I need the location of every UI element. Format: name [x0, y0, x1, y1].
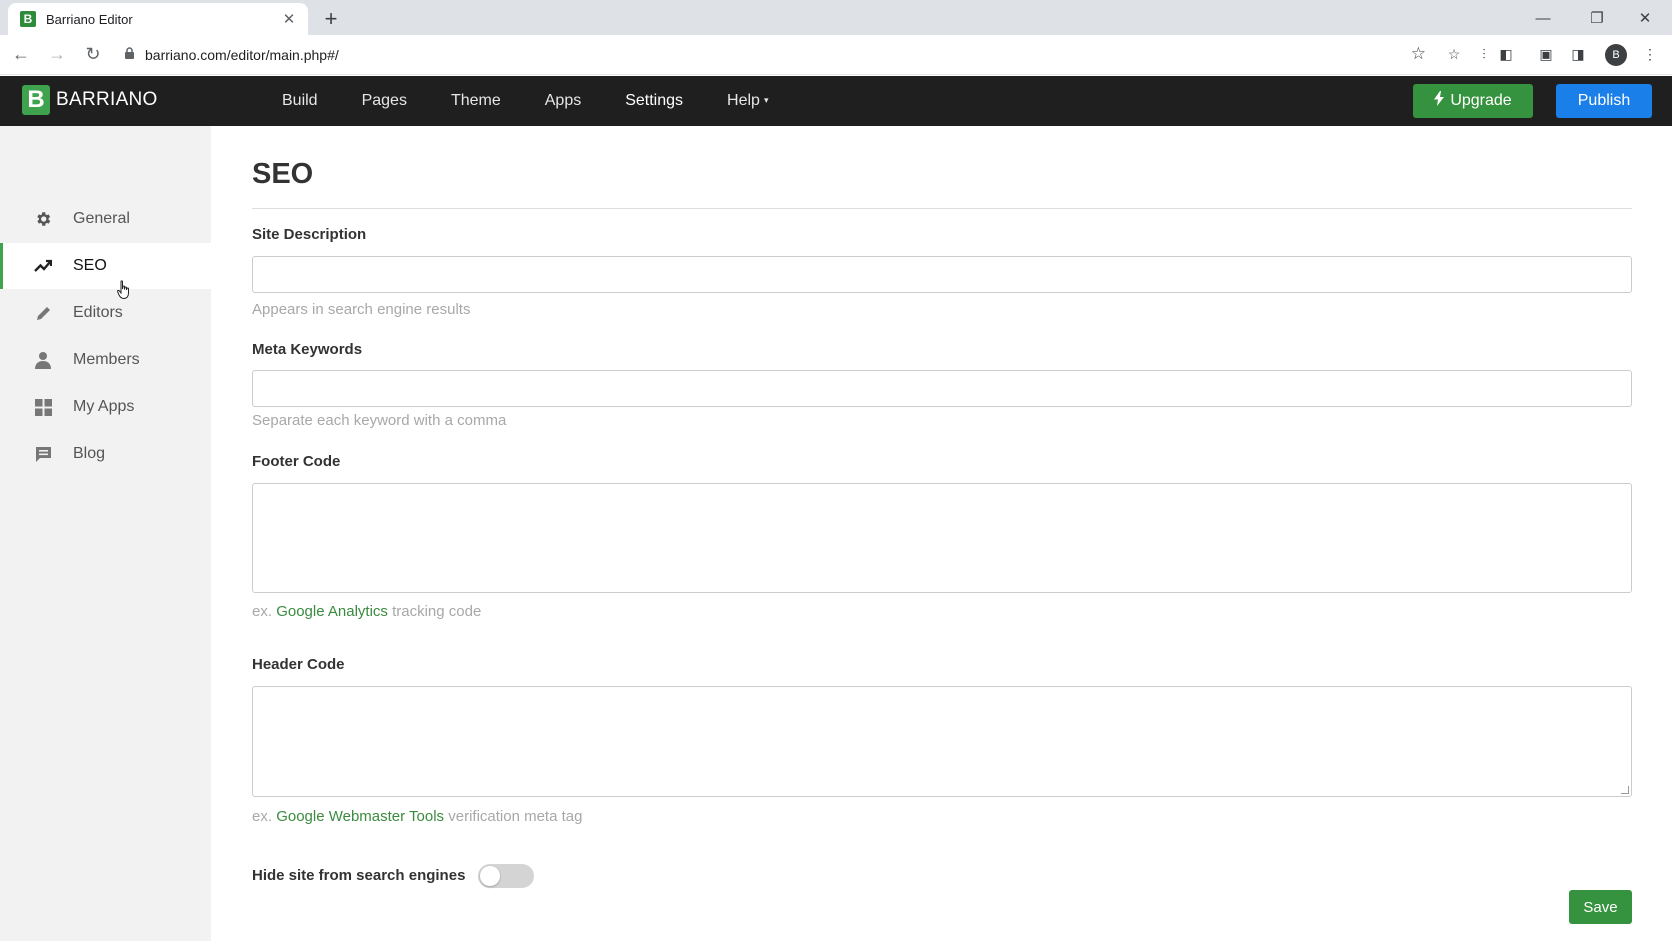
logo-mark: B — [22, 85, 50, 115]
meta-keywords-help: Separate each keyword with a comma — [252, 412, 507, 429]
google-analytics-link[interactable]: Google Analytics — [276, 603, 388, 620]
nav-build[interactable]: Build — [260, 92, 340, 110]
extension-b-icon[interactable]: ▣ — [1536, 44, 1556, 64]
app-header: B BARRIANO Build Pages Theme Apps Settin… — [0, 76, 1672, 126]
site-description-input[interactable] — [252, 256, 1632, 293]
header-code-textarea[interactable] — [252, 686, 1632, 797]
nav-apps[interactable]: Apps — [523, 92, 603, 110]
sidebar-item-label: General — [73, 210, 130, 227]
pencil-icon — [33, 303, 53, 323]
divider — [252, 208, 1632, 209]
help-prefix: ex. — [252, 808, 273, 825]
toggle-knob — [480, 866, 500, 886]
sidebar-item-seo[interactable]: SEO — [0, 243, 211, 289]
nav-theme[interactable]: Theme — [429, 92, 523, 110]
url-text: barriano.com/editor/main.php#/ — [145, 47, 339, 63]
minimize-icon[interactable]: — — [1528, 6, 1558, 30]
lock-icon — [124, 47, 135, 63]
site-description-label: Site Description — [252, 226, 367, 243]
close-tab-icon[interactable]: ✕ — [280, 10, 298, 28]
help-suffix: tracking code — [392, 603, 482, 620]
brand-logo[interactable]: B BARRIANO — [22, 85, 158, 115]
new-tab-icon[interactable]: + — [318, 6, 344, 32]
sidebar-item-label: Members — [73, 351, 140, 368]
comment-icon — [33, 444, 53, 464]
help-suffix: verification meta tag — [448, 808, 583, 825]
sidebar-item-editors[interactable]: Editors — [0, 290, 211, 336]
save-button[interactable]: Save — [1569, 890, 1632, 924]
upgrade-label: Upgrade — [1450, 92, 1512, 109]
nav-pages[interactable]: Pages — [340, 92, 429, 110]
tab-title: Barriano Editor — [46, 11, 133, 27]
sidebar-item-blog[interactable]: Blog — [0, 431, 211, 477]
sidepanel-icon[interactable]: ◨ — [1568, 44, 1588, 64]
page-title: SEO — [252, 158, 314, 190]
close-window-icon[interactable]: ✕ — [1630, 6, 1660, 30]
browser-tab-strip: B Barriano Editor ✕ + — ❐ ✕ — [0, 0, 1672, 35]
nav-help[interactable]: Help ▾ — [705, 92, 790, 110]
profile-avatar[interactable]: B — [1605, 44, 1627, 66]
sidebar-item-my-apps[interactable]: My Apps — [0, 384, 211, 430]
sidebar-item-general[interactable]: General — [0, 196, 211, 242]
address-bar[interactable]: barriano.com/editor/main.php#/ ☆ — [114, 40, 1436, 70]
nav-settings[interactable]: Settings — [603, 92, 705, 110]
grid-icon — [33, 397, 53, 417]
back-icon[interactable]: ← — [6, 40, 36, 70]
favicon-icon: B — [20, 11, 36, 27]
seo-settings-panel: SEO Site Description Appears in search e… — [211, 126, 1672, 941]
footer-code-help: ex. Google Analytics tracking code — [252, 603, 481, 620]
extension-icon[interactable]: ⫶ — [1474, 44, 1494, 64]
publish-button[interactable]: Publish — [1556, 84, 1652, 118]
header-code-label: Header Code — [252, 656, 345, 673]
brand-name: BARRIANO — [56, 89, 158, 110]
upgrade-button[interactable]: Upgrade — [1413, 84, 1533, 118]
footer-code-label: Footer Code — [252, 453, 341, 470]
sidebar-item-members[interactable]: Members — [0, 337, 211, 383]
google-webmaster-tools-link[interactable]: Google Webmaster Tools — [276, 808, 444, 825]
sidebar-item-label: SEO — [73, 257, 107, 274]
site-description-help: Appears in search engine results — [252, 301, 471, 318]
meta-keywords-label: Meta Keywords — [252, 341, 363, 358]
chevron-down-icon: ▾ — [763, 95, 769, 106]
restore-icon[interactable]: ❐ — [1582, 6, 1612, 30]
sidebar-item-label: My Apps — [73, 398, 135, 415]
sidebar-item-label: Editors — [73, 304, 123, 321]
hide-site-label: Hide site from search engines — [252, 867, 466, 884]
extension-star-icon[interactable]: ☆ — [1444, 44, 1464, 64]
reload-icon[interactable]: ↻ — [78, 40, 108, 70]
settings-sidebar: General SEO Editors Members My Apps Blog — [0, 126, 211, 941]
help-prefix: ex. — [252, 603, 273, 620]
top-nav: Build Pages Theme Apps Settings Help ▾ — [260, 76, 790, 126]
bookmark-star-icon[interactable]: ☆ — [1411, 44, 1426, 64]
hide-site-toggle[interactable] — [478, 864, 534, 888]
nav-help-label: Help — [727, 92, 760, 109]
header-code-help: ex. Google Webmaster Tools verification … — [252, 808, 582, 825]
menu-kebab-icon[interactable]: ⋮ — [1640, 44, 1660, 64]
forward-icon[interactable]: → — [42, 40, 72, 70]
gear-icon — [33, 209, 53, 229]
meta-keywords-input[interactable] — [252, 370, 1632, 407]
sidebar-item-label: Blog — [73, 445, 106, 462]
browser-toolbar: ← → ↻ barriano.com/editor/main.php#/ ☆ — [0, 35, 1672, 75]
resize-handle-icon[interactable] — [1621, 786, 1629, 794]
trending-up-icon — [33, 256, 53, 276]
user-icon — [33, 350, 53, 370]
lightning-icon — [1434, 91, 1445, 111]
extension-puzzle-icon[interactable]: ◧ — [1496, 44, 1516, 64]
hand-cursor-icon — [117, 280, 131, 300]
browser-tab[interactable]: B Barriano Editor ✕ — [8, 3, 308, 35]
footer-code-textarea[interactable] — [252, 483, 1632, 593]
